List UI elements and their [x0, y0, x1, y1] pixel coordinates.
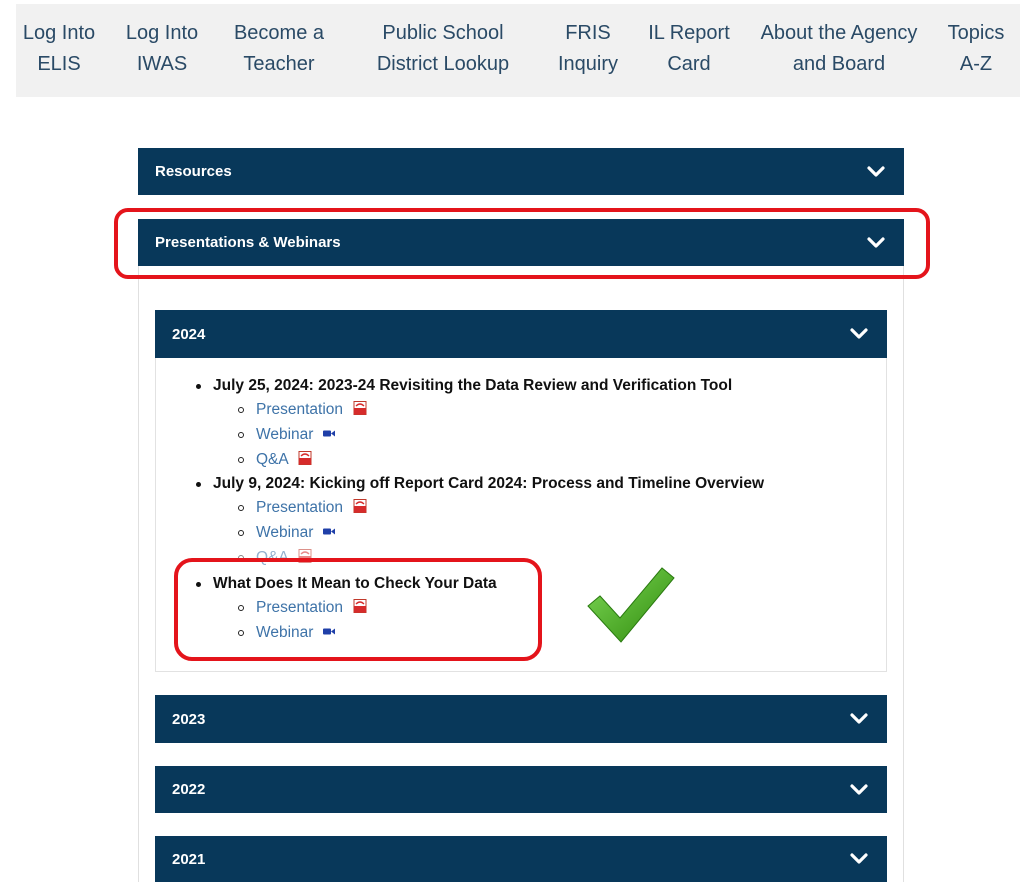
pdf-icon	[298, 451, 312, 465]
presentation-link[interactable]: Presentation	[237, 400, 367, 420]
webinar-link[interactable]: Webinar	[238, 523, 335, 543]
highlight-presentations-header	[114, 208, 930, 279]
list-item: July 25, 2024: 2023-24 Revisiting the Da…	[195, 377, 733, 394]
webinar-link-label: Webinar	[256, 524, 314, 541]
accordion-year-2022[interactable]: 2022	[155, 766, 887, 813]
nav-il-report-card[interactable]: IL Report Card	[642, 18, 736, 82]
year-2024-label: 2024	[172, 325, 206, 343]
qa-link[interactable]: Q&A	[237, 450, 312, 470]
nav-fris-inquiry[interactable]: FRIS Inquiry	[552, 18, 624, 82]
accordion-year-2021[interactable]: 2021	[155, 836, 887, 882]
list-item: July 9, 2024: Kicking off Report Card 20…	[195, 475, 765, 492]
webinar-link[interactable]: Webinar	[238, 425, 335, 445]
nav-log-into-iwas[interactable]: Log Into IWAS	[120, 18, 204, 82]
chevron-down-icon	[850, 328, 868, 339]
chevron-down-icon	[867, 165, 885, 177]
pdf-icon	[353, 401, 367, 415]
accordion-year-2024[interactable]: 2024	[155, 310, 887, 358]
presentation-link-label: Presentation	[256, 401, 344, 418]
highlight-check-your-data	[174, 558, 542, 661]
accordion-resources-label: Resources	[155, 163, 232, 180]
nav-district-lookup[interactable]: Public School District Lookup	[366, 18, 520, 82]
nav-topics-a-z[interactable]: Topics A-Z	[940, 18, 1012, 82]
accordion-resources[interactable]: Resources	[138, 148, 904, 195]
qa-link-label: Q&A	[256, 451, 288, 468]
checkmark-icon	[587, 567, 675, 643]
webinar-link-label: Webinar	[256, 426, 314, 443]
nav-log-into-elis[interactable]: Log Into ELIS	[16, 18, 102, 82]
video-camera-icon	[322, 528, 335, 535]
nav-about-agency[interactable]: About the Agency and Board	[754, 18, 924, 82]
chevron-down-icon	[850, 783, 868, 795]
pdf-icon	[353, 499, 367, 513]
year-2021-label: 2021	[172, 850, 206, 868]
presentation-link[interactable]: Presentation	[237, 498, 367, 518]
nav-become-a-teacher[interactable]: Become a Teacher	[224, 18, 334, 82]
year-2022-label: 2022	[172, 781, 206, 798]
chevron-down-icon	[850, 713, 868, 724]
video-camera-icon	[322, 430, 335, 437]
year-2023-label: 2023	[172, 710, 206, 728]
top-navigation: Log Into ELIS Log Into IWAS Become a Tea…	[16, 4, 1020, 97]
presentation-link-label: Presentation	[256, 499, 344, 516]
chevron-down-icon	[850, 853, 868, 864]
accordion-year-2023[interactable]: 2023	[155, 695, 887, 743]
